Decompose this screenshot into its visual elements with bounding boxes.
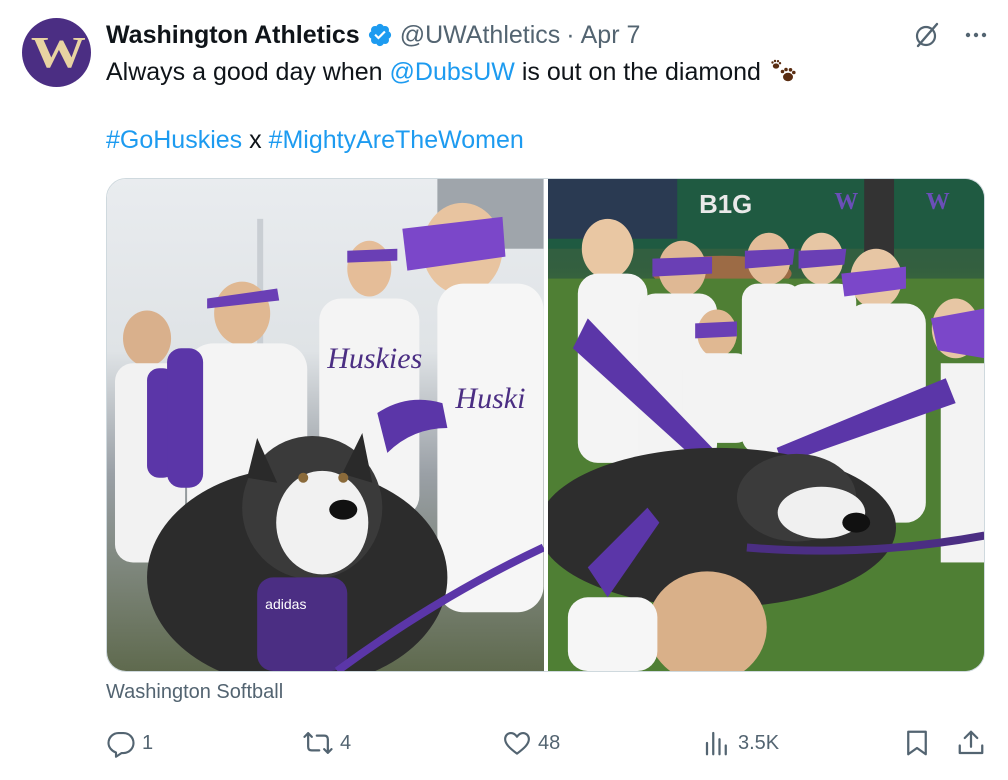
share-button[interactable]: [956, 728, 986, 758]
repost-button[interactable]: 4: [302, 728, 351, 758]
repost-count: 4: [340, 731, 352, 754]
svg-text:Huskies: Huskies: [326, 342, 422, 375]
tweet-text-line-1: Always a good day when @DubsUW is out on…: [106, 55, 799, 89]
like-button[interactable]: 48: [502, 728, 560, 758]
reply-count: 1: [142, 731, 154, 754]
like-count: 48: [538, 731, 561, 754]
action-bar: 1 4 48 3.5K: [106, 728, 986, 762]
media-grid: Huskies Huski adidas B1G W W: [106, 178, 985, 672]
svg-text:W: W: [925, 189, 949, 215]
hashtag-link[interactable]: #GoHuskies: [106, 123, 242, 157]
tweet-text: Always a good day when @DubsUW is out on…: [106, 55, 799, 157]
tweet-header: Washington Athletics @UWAthletics · Apr …: [106, 18, 640, 52]
repost-icon: [302, 728, 334, 758]
share-icon: [956, 728, 986, 758]
mention-link[interactable]: @DubsUW: [390, 55, 515, 89]
media-source-label[interactable]: Washington Softball: [106, 681, 283, 704]
tweet-text-line-2: #GoHuskies x #MightyAreTheWomen: [106, 123, 799, 157]
photo-right-illustration: B1G W W: [547, 179, 984, 671]
display-name[interactable]: Washington Athletics: [106, 21, 360, 50]
tweet-date[interactable]: Apr 7: [581, 21, 641, 50]
hashtag-joiner: x: [242, 126, 269, 154]
verified-badge-icon: [367, 22, 393, 48]
text-after-mention: is out on the diamond: [514, 58, 761, 86]
avatar[interactable]: W: [22, 18, 91, 87]
paw-prints-icon: [769, 58, 799, 86]
bookmark-icon: [902, 728, 932, 758]
hashtag-link[interactable]: #MightyAreTheWomen: [269, 123, 524, 157]
svg-text:Huski: Huski: [454, 382, 525, 415]
more-icon[interactable]: [964, 23, 988, 47]
reply-button[interactable]: 1: [106, 728, 153, 758]
views-count: 3.5K: [738, 731, 780, 754]
svg-text:adidas: adidas: [265, 596, 306, 612]
bookmark-button[interactable]: [902, 728, 932, 758]
photo-left[interactable]: Huskies Huski adidas: [107, 179, 544, 671]
like-icon: [502, 728, 532, 758]
photo-right[interactable]: B1G W W: [547, 179, 984, 671]
views-button[interactable]: 3.5K: [702, 728, 779, 758]
avatar-letter: W: [30, 27, 86, 77]
text-before-mention: Always a good day when: [106, 58, 390, 86]
photo-left-illustration: Huskies Huski adidas: [115, 179, 544, 671]
views-icon: [702, 728, 732, 758]
grok-icon[interactable]: [912, 20, 942, 50]
svg-text:W: W: [834, 189, 858, 215]
svg-text:B1G: B1G: [699, 191, 752, 219]
top-icons: [912, 20, 988, 50]
handle[interactable]: @UWAthletics: [400, 21, 561, 50]
separator: ·: [566, 20, 575, 49]
reply-icon: [106, 728, 136, 758]
